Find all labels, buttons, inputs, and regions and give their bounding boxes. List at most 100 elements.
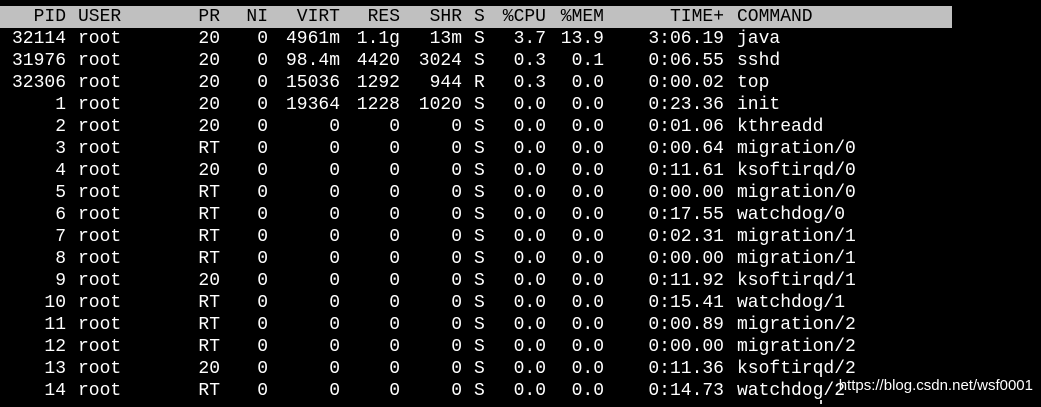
cpu-cell: 0.0 [513, 271, 546, 291]
cpu-cell: 0.0 [513, 337, 546, 357]
state-cell: S [474, 337, 485, 357]
process-row: 9 root 20 0 0 0 0 S 0.0 0.0 0:11.92 ksoftirqd/1 [0, 270, 1041, 292]
nice-cell: 0 [257, 337, 268, 357]
shr-cell: 0 [451, 359, 462, 379]
state-cell: S [474, 29, 485, 49]
nice-cell: 0 [257, 249, 268, 269]
header-state: S [474, 7, 485, 27]
time-cell: 0:00.00 [612, 400, 724, 407]
virt-cell: 0 [329, 271, 340, 291]
mem-cell: 13.9 [560, 29, 604, 49]
process-list: 32114 root 20 0 4961m 1.1g 13m S 3.7 13.9 3:06.19 j… [0, 28, 1041, 402]
virt-cell: 0 [270, 400, 340, 407]
res-cell: 4420 [356, 51, 400, 71]
command-cell: watchdog/0 [737, 205, 846, 225]
pid-cell: 7 [55, 227, 66, 247]
mem-cell: 0.0 [571, 381, 604, 401]
time-cell: 0:23.36 [648, 95, 724, 115]
shr-cell: 0 [451, 315, 462, 335]
priority-cell: RT [198, 227, 220, 247]
state-cell: S [474, 271, 485, 291]
process-row: 8 root RT 0 0 0 0 S 0.0 0.0 0:00.00 migration/1 [0, 248, 1041, 270]
nice-cell: 0 [257, 51, 268, 71]
command-cell: sshd [737, 51, 781, 71]
shr-cell: 0 [451, 183, 462, 203]
time-cell: 0:00.02 [648, 73, 724, 93]
mem-cell: 0.0 [571, 117, 604, 137]
state-cell: R [474, 73, 485, 93]
process-row: 7 root RT 0 0 0 0 S 0.0 0.0 0:02.31 migration/1 [0, 226, 1041, 248]
virt-cell: 0 [329, 117, 340, 137]
priority-cell: RT [198, 293, 220, 313]
virt-cell: 0 [329, 293, 340, 313]
pid-cell: 12 [44, 337, 66, 357]
shr-cell: 0 [451, 249, 462, 269]
state-cell: S [474, 381, 485, 401]
command-cell: ksoftirqd/2 [737, 400, 1037, 407]
state-cell: S [474, 249, 485, 269]
user-cell: root [78, 271, 122, 291]
virt-cell: 19364 [285, 95, 340, 115]
mem-cell: 0.1 [571, 51, 604, 71]
cpu-cell: 3.7 [513, 29, 546, 49]
state-cell: S [474, 117, 485, 137]
user-cell: root [78, 249, 122, 269]
command-cell: kthreadd [737, 117, 824, 137]
header-shr: SHR [429, 7, 462, 27]
pid-cell: 11 [44, 315, 66, 335]
time-cell: 0:01.06 [648, 117, 724, 137]
mem-cell: 0.0 [571, 293, 604, 313]
time-cell: 0:17.55 [648, 205, 724, 225]
virt-cell: 0 [329, 249, 340, 269]
user-cell: root [78, 337, 122, 357]
res-cell: 0 [389, 337, 400, 357]
shr-cell: 0 [400, 400, 462, 407]
virt-cell: 0 [329, 337, 340, 357]
user-cell: root [78, 359, 122, 379]
virt-cell: 0 [329, 161, 340, 181]
res-cell: 0 [389, 139, 400, 159]
priority-cell: 20 [198, 271, 220, 291]
priority-cell: 20 [198, 29, 220, 49]
res-cell: 1.1g [356, 29, 400, 49]
command-cell: migration/1 [737, 249, 856, 269]
process-row: 10 root RT 0 0 0 0 S 0.0 0.0 0:15.41 watchdog/1 [0, 292, 1041, 314]
priority-cell: RT [198, 337, 220, 357]
header-mem: %MEM [560, 7, 604, 27]
pid-cell: 4 [55, 161, 66, 181]
virt-cell: 0 [329, 315, 340, 335]
res-cell: 1228 [356, 95, 400, 115]
time-cell: 0:06.55 [648, 51, 724, 71]
command-cell: migration/2 [737, 315, 856, 335]
user-cell: root [78, 73, 122, 93]
shr-cell: 0 [451, 139, 462, 159]
user-cell: root [78, 400, 188, 407]
header-pr: PR [198, 7, 220, 27]
time-cell: 0:11.36 [648, 359, 724, 379]
pid-cell: 5 [55, 183, 66, 203]
command-cell: migration/0 [737, 139, 856, 159]
cpu-cell: 0.0 [513, 227, 546, 247]
cpu-cell: 0.0 [513, 139, 546, 159]
time-cell: 0:14.73 [648, 381, 724, 401]
cpu-cell: 0.0 [513, 95, 546, 115]
cpu-cell: 0.0 [490, 400, 546, 407]
res-cell: 0 [389, 293, 400, 313]
header-time: TIME+ [669, 7, 724, 27]
time-cell: 0:11.61 [648, 161, 724, 181]
mem-cell: 0.0 [571, 271, 604, 291]
time-cell: 0:02.31 [648, 227, 724, 247]
command-cell: init [737, 95, 781, 115]
header-pid: PID [33, 7, 66, 27]
res-cell: 0 [389, 359, 400, 379]
shr-cell: 1020 [418, 95, 462, 115]
process-row: 15root200000S0.00.00:00.00ksoftirqd/2 [0, 400, 1041, 407]
user-cell: root [78, 161, 122, 181]
mem-cell: 0.0 [571, 95, 604, 115]
priority-cell: RT [198, 315, 220, 335]
priority-cell: RT [198, 249, 220, 269]
virt-cell: 0 [329, 205, 340, 225]
state-cell: S [474, 51, 485, 71]
cpu-cell: 0.0 [513, 359, 546, 379]
mem-cell: 0.0 [571, 337, 604, 357]
